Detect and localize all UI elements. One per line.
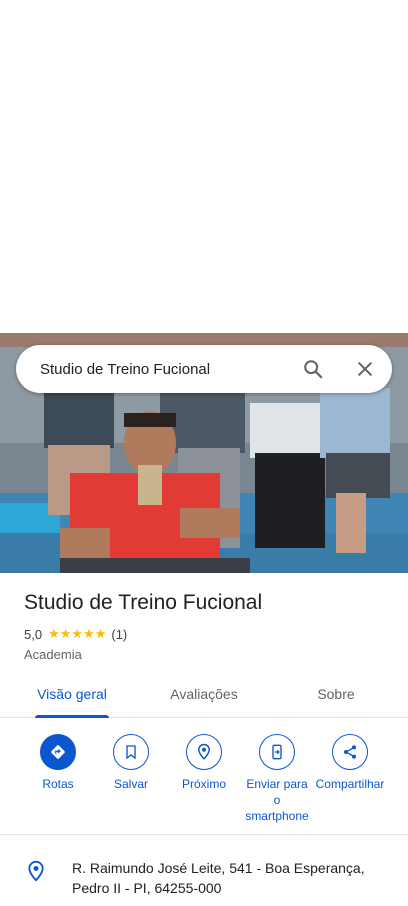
place-title: Studio de Treino Fucional [24, 591, 263, 614]
share-button[interactable]: Compartilhar [310, 734, 390, 792]
send-to-phone-icon [259, 734, 295, 770]
share-label: Compartilhar [315, 777, 385, 791]
star-rating-icon: ★★★★★ [48, 626, 107, 641]
action-buttons: Rotas Salvar Próximo Enviar para o smart… [0, 734, 408, 830]
place-category[interactable]: Academia [24, 647, 82, 662]
address-row[interactable]: R. Raimundo José Leite, 541 - Boa Espera… [0, 850, 408, 900]
nearby-icon [186, 734, 222, 770]
bookmark-icon [113, 734, 149, 770]
nearby-button[interactable]: Próximo [164, 734, 244, 792]
rating-row: 5,0 ★★★★★ (1) [24, 626, 127, 642]
share-icon [332, 734, 368, 770]
location-pin-icon [28, 860, 44, 882]
section-divider [0, 834, 408, 835]
send-to-phone-label: Enviar para o smartphone [245, 777, 309, 823]
search-button[interactable] [297, 353, 329, 385]
nearby-label: Próximo [181, 777, 226, 791]
directions-icon [40, 734, 76, 770]
tab-about[interactable]: Sobre [312, 676, 360, 718]
search-input[interactable] [40, 349, 290, 389]
save-label: Salvar [113, 777, 148, 791]
save-button[interactable]: Salvar [91, 734, 171, 792]
close-button[interactable] [349, 353, 381, 385]
directions-button[interactable]: Rotas [18, 734, 98, 792]
review-count-link[interactable]: (1) [111, 627, 127, 642]
address-text: R. Raimundo José Leite, 541 - Boa Espera… [72, 860, 365, 896]
directions-label: Rotas [42, 777, 74, 791]
tab-overview[interactable]: Visão geral [35, 676, 109, 718]
rating-value: 5,0 [24, 626, 43, 642]
place-tabs: Visão geral Avaliações Sobre [0, 676, 408, 718]
tab-reviews[interactable]: Avaliações [164, 676, 244, 718]
search-icon [304, 360, 323, 379]
map-blank-area [0, 0, 408, 333]
close-icon [358, 362, 372, 376]
send-to-phone-button[interactable]: Enviar para o smartphone [237, 734, 317, 824]
search-bar [16, 345, 392, 393]
